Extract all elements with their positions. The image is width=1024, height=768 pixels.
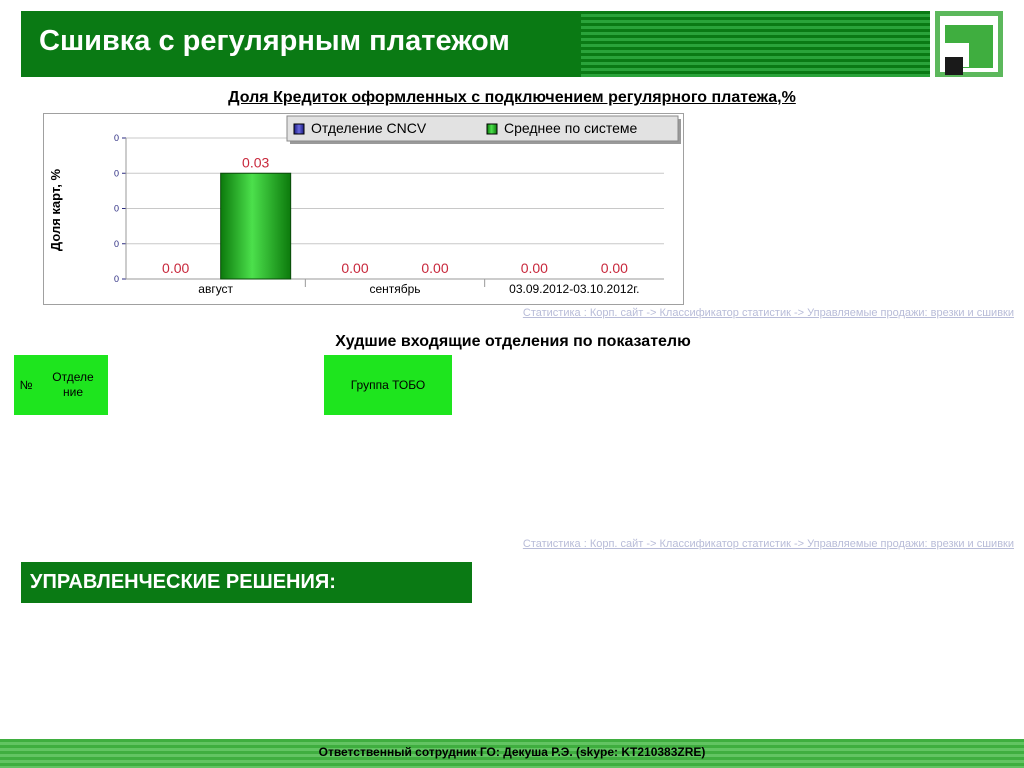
data-label: 0.00 [341,260,368,276]
y-tick-label: 0 [114,168,119,178]
legend-swatch [293,123,305,135]
data-label: 0.00 [521,260,548,276]
page-title: Сшивка с регулярным платежом [39,25,510,57]
logo-background [940,16,998,75]
legend-swatch [486,123,498,135]
legend-entry: Среднее по системе [504,120,637,136]
header-bar: Сшивка с регулярным платежом [21,11,930,77]
data-label: 0.00 [601,260,628,276]
chart-title: Доля Кредиток оформленных с подключением… [228,89,796,106]
x-category-label: август [198,282,233,296]
source-link-chart[interactable]: Статистика : Корп. сайт -> Классификатор… [523,307,1014,319]
y-tick-label: 0 [114,133,119,143]
y-axis-label: Доля карт, % [48,168,63,251]
table-header-group-label: Группа ТОБО [350,378,426,392]
chart-frame: 00000 0.00 0.03 август 0.00 0.00 сентябрь 0.00… [43,113,684,305]
bar-chart: 00000 0.000.03август0.00 0.00сентябрь0.00… [48,115,681,296]
x-category-label: сентябрь [369,282,420,296]
bank-logo-icon [935,11,1003,77]
table-header-number: № [14,355,38,415]
table-header-branch: Отделение [38,355,108,415]
data-label: 0.03 [242,154,269,170]
table-header-number-label: № [19,378,33,392]
data-label: 0.00 [421,260,448,276]
table-header-branch-label: Отделение [52,370,94,399]
y-tick-label: 0 [114,239,119,249]
x-category-label: 03.09.2012-03.10.2012г. [509,282,639,296]
logo-square [945,57,963,75]
decisions-heading: УПРАВЛЕНЧЕСКИЕ РЕШЕНИЯ: [21,562,472,603]
y-tick-label: 0 [114,274,119,284]
source-link-table[interactable]: Статистика : Корп. сайт -> Классификатор… [523,538,1014,550]
footer-responsible: Ответственный сотрудник ГО: Декуша Р.Э. … [0,739,1024,768]
y-tick-label: 0 [114,204,119,214]
data-label: 0.00 [162,260,189,276]
legend-entry: Отделение CNCV [311,120,427,136]
worst-table-title: Худшие входящие отделения по показателю [335,333,691,350]
bar-system-average [220,172,292,280]
table-header-group: Группа ТОБО [324,355,452,415]
